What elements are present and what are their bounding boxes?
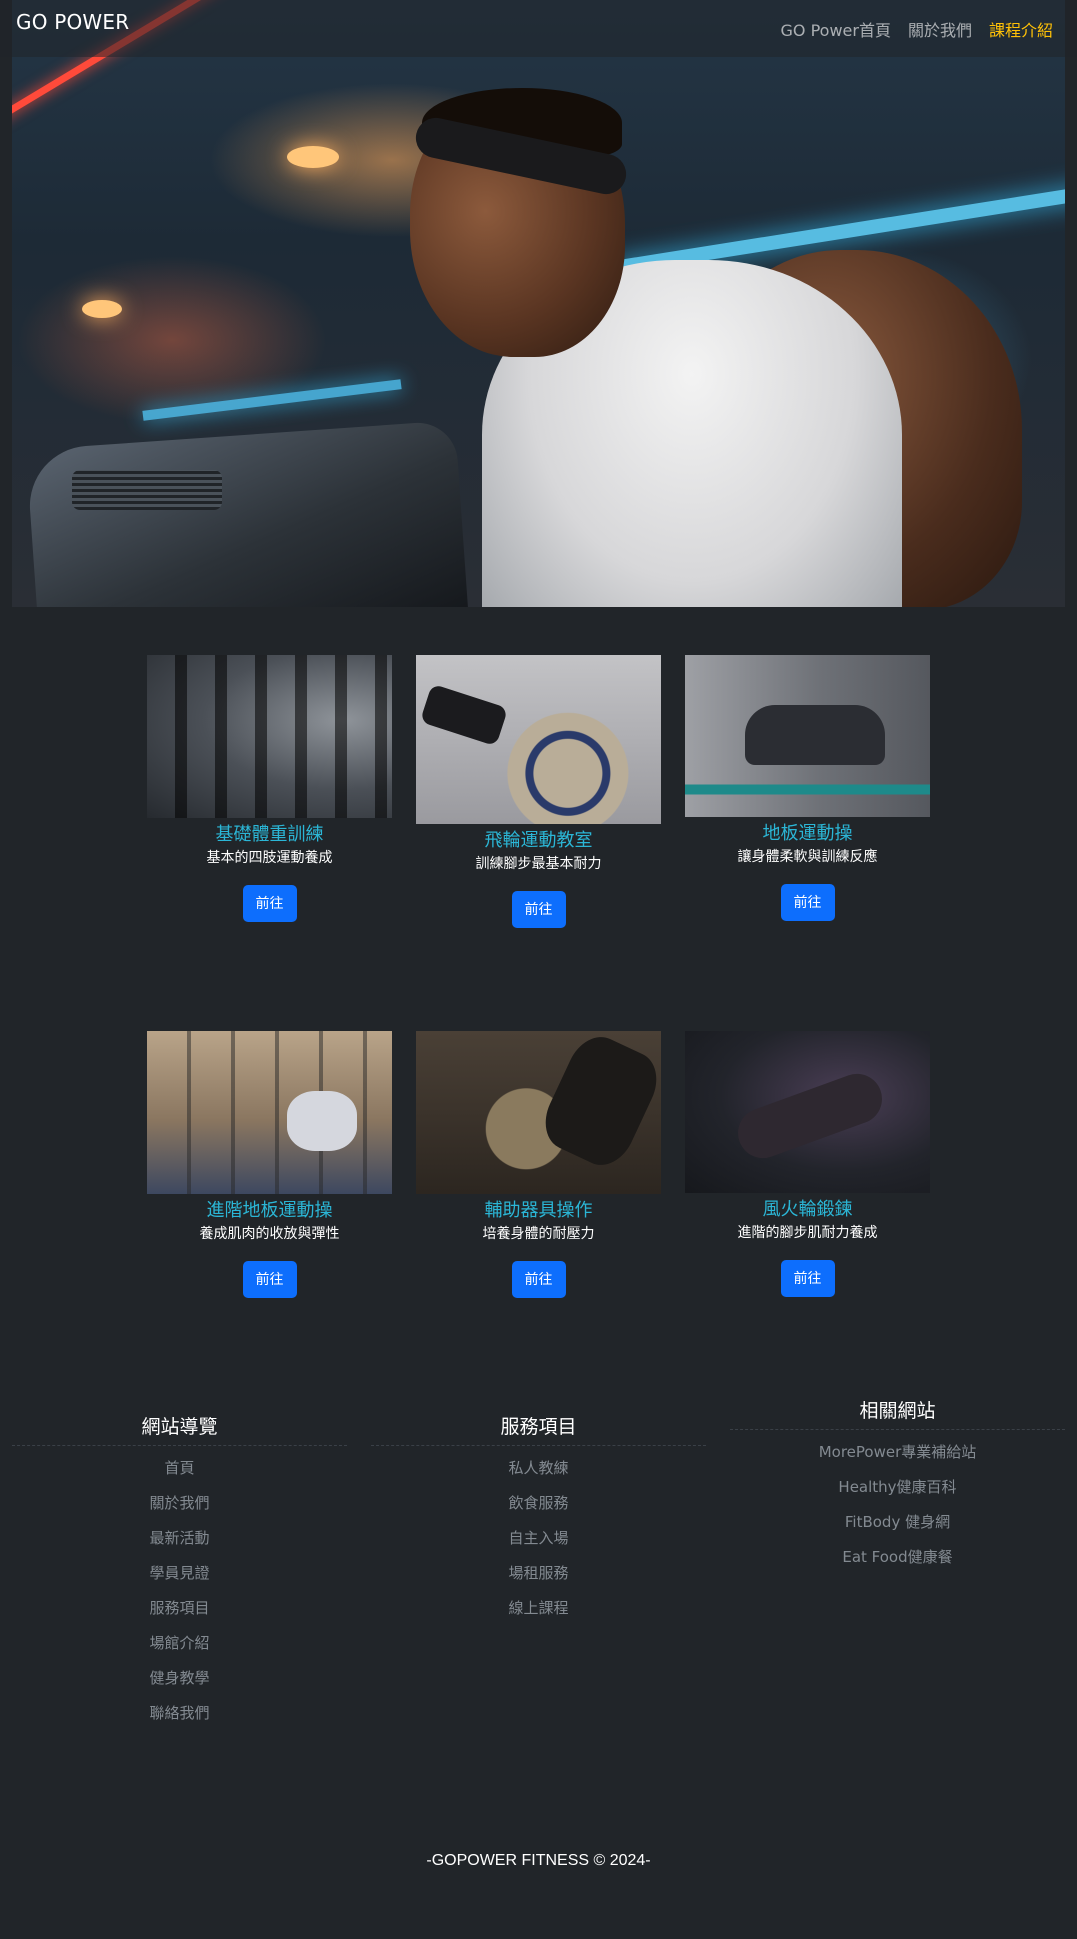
hero-ceiling-lamp xyxy=(287,146,339,168)
course-photo-shoe xyxy=(419,683,509,747)
footer-link[interactable]: 自主入場 xyxy=(508,1529,568,1547)
course-card: 輔助器具操作 培養身體的耐壓力 前往 xyxy=(416,1031,661,1298)
top-navbar: GO POWER GO Power首頁 關於我們 課程介紹 xyxy=(0,0,1077,57)
footer-link[interactable]: FitBody 健身網 xyxy=(845,1513,950,1531)
footer-link[interactable]: 私人教練 xyxy=(508,1459,568,1477)
course-go-button[interactable]: 前往 xyxy=(242,885,297,922)
footer-link[interactable]: 服務項目 xyxy=(149,1599,209,1617)
course-photo-pilates xyxy=(147,1031,392,1194)
course-go-button[interactable]: 前往 xyxy=(780,884,835,921)
nav-link-home[interactable]: GO Power首頁 xyxy=(781,17,891,41)
footer-link[interactable]: 學員見證 xyxy=(149,1564,209,1582)
course-photo-person xyxy=(287,1091,357,1151)
nav-links: GO Power首頁 關於我們 課程介紹 xyxy=(781,17,1054,41)
course-description: 進階的腳步肌耐力養成 xyxy=(737,1225,878,1241)
course-description: 訓練腳步最基本耐力 xyxy=(475,856,602,872)
footer-link[interactable]: 關於我們 xyxy=(149,1494,209,1512)
course-title: 基礎體重訓練 xyxy=(215,824,324,845)
course-description: 讓身體柔軟與訓練反應 xyxy=(737,849,878,865)
footer-site-nav: 網站導覽 首頁 關於我們 最新活動 學員見證 服務項目 場館介紹 健身教學 聯絡… xyxy=(12,1415,347,1731)
hero-image xyxy=(12,0,1065,607)
footer-heading: 網站導覽 xyxy=(12,1415,347,1446)
course-card: 進階地板運動操 養成肌肉的收放與彈性 前往 xyxy=(147,1031,392,1298)
footer-link[interactable]: MorePower專業補給站 xyxy=(819,1443,977,1461)
course-description: 培養身體的耐壓力 xyxy=(482,1226,595,1242)
footer-link[interactable]: Eat Food健康餐 xyxy=(842,1548,952,1566)
footer-link[interactable]: 健身教學 xyxy=(149,1669,209,1687)
course-photo-person xyxy=(534,1031,661,1175)
copyright-text: -GOPOWER FITNESS © 2024- xyxy=(426,1852,651,1869)
footer-link-list: 私人教練 飲食服務 自主入場 場租服務 線上課程 xyxy=(371,1451,706,1626)
hero-neon-light xyxy=(142,379,402,421)
course-title: 地板運動操 xyxy=(762,823,853,844)
footer-heading: 相關網站 xyxy=(730,1399,1065,1430)
course-go-button[interactable]: 前往 xyxy=(511,891,566,928)
footer-link[interactable]: 場租服務 xyxy=(508,1564,568,1582)
brand-logo[interactable]: GO POWER xyxy=(16,10,129,34)
course-go-button[interactable]: 前往 xyxy=(511,1261,566,1298)
course-title: 飛輪運動教室 xyxy=(484,830,593,851)
footer-link[interactable]: 聯絡我們 xyxy=(149,1704,209,1722)
course-card: 風火輪鍛鍊 進階的腳步肌耐力養成 前往 xyxy=(685,1031,930,1297)
footer-link[interactable]: 場館介紹 xyxy=(149,1634,209,1652)
footer-services: 服務項目 私人教練 飲食服務 自主入場 場租服務 線上課程 xyxy=(371,1415,706,1626)
course-description: 養成肌肉的收放與彈性 xyxy=(199,1226,340,1242)
course-photo-person xyxy=(745,705,885,765)
course-card: 地板運動操 讓身體柔軟與訓練反應 前往 xyxy=(685,655,930,921)
footer-related-sites: 相關網站 MorePower專業補給站 Healthy健康百科 FitBody … xyxy=(730,1399,1065,1575)
nav-link-courses[interactable]: 課程介紹 xyxy=(989,17,1053,41)
course-title: 輔助器具操作 xyxy=(484,1200,593,1221)
course-title: 風火輪鍛鍊 xyxy=(762,1199,853,1220)
course-photo-spin-bike xyxy=(416,655,661,824)
course-photo-equipment xyxy=(416,1031,661,1194)
footer-link-list: MorePower專業補給站 Healthy健康百科 FitBody 健身網 E… xyxy=(730,1435,1065,1575)
course-go-button[interactable]: 前往 xyxy=(780,1260,835,1297)
course-card: 基礎體重訓練 基本的四肢運動養成 前往 xyxy=(147,655,392,922)
footer-link-list: 首頁 關於我們 最新活動 學員見證 服務項目 場館介紹 健身教學 聯絡我們 xyxy=(12,1451,347,1731)
course-title: 進階地板運動操 xyxy=(206,1200,333,1221)
course-card: 飛輪運動教室 訓練腳步最基本耐力 前往 xyxy=(416,655,661,928)
course-photo-floor-stretch xyxy=(685,655,930,817)
footer-link[interactable]: 線上課程 xyxy=(508,1599,568,1617)
course-photo-dumbbells xyxy=(147,655,392,818)
hero-treadmill xyxy=(25,420,469,607)
hero-treadmill-console xyxy=(72,470,222,510)
footer-link[interactable]: 最新活動 xyxy=(149,1529,209,1547)
course-photo-leg-workout xyxy=(685,1031,930,1193)
hero-ceiling-lamp xyxy=(82,300,122,318)
footer-heading: 服務項目 xyxy=(371,1415,706,1446)
course-photo-person xyxy=(730,1066,890,1166)
footer-link[interactable]: 飲食服務 xyxy=(508,1494,568,1512)
footer-link[interactable]: 首頁 xyxy=(164,1459,194,1477)
page: GO POWER GO Power首頁 關於我們 課程介紹 基礎體重訓練 基本的… xyxy=(0,0,1077,1939)
course-description: 基本的四肢運動養成 xyxy=(206,850,333,866)
nav-link-about[interactable]: 關於我們 xyxy=(908,17,972,41)
course-go-button[interactable]: 前往 xyxy=(242,1261,297,1298)
footer-link[interactable]: Healthy健康百科 xyxy=(838,1478,956,1496)
